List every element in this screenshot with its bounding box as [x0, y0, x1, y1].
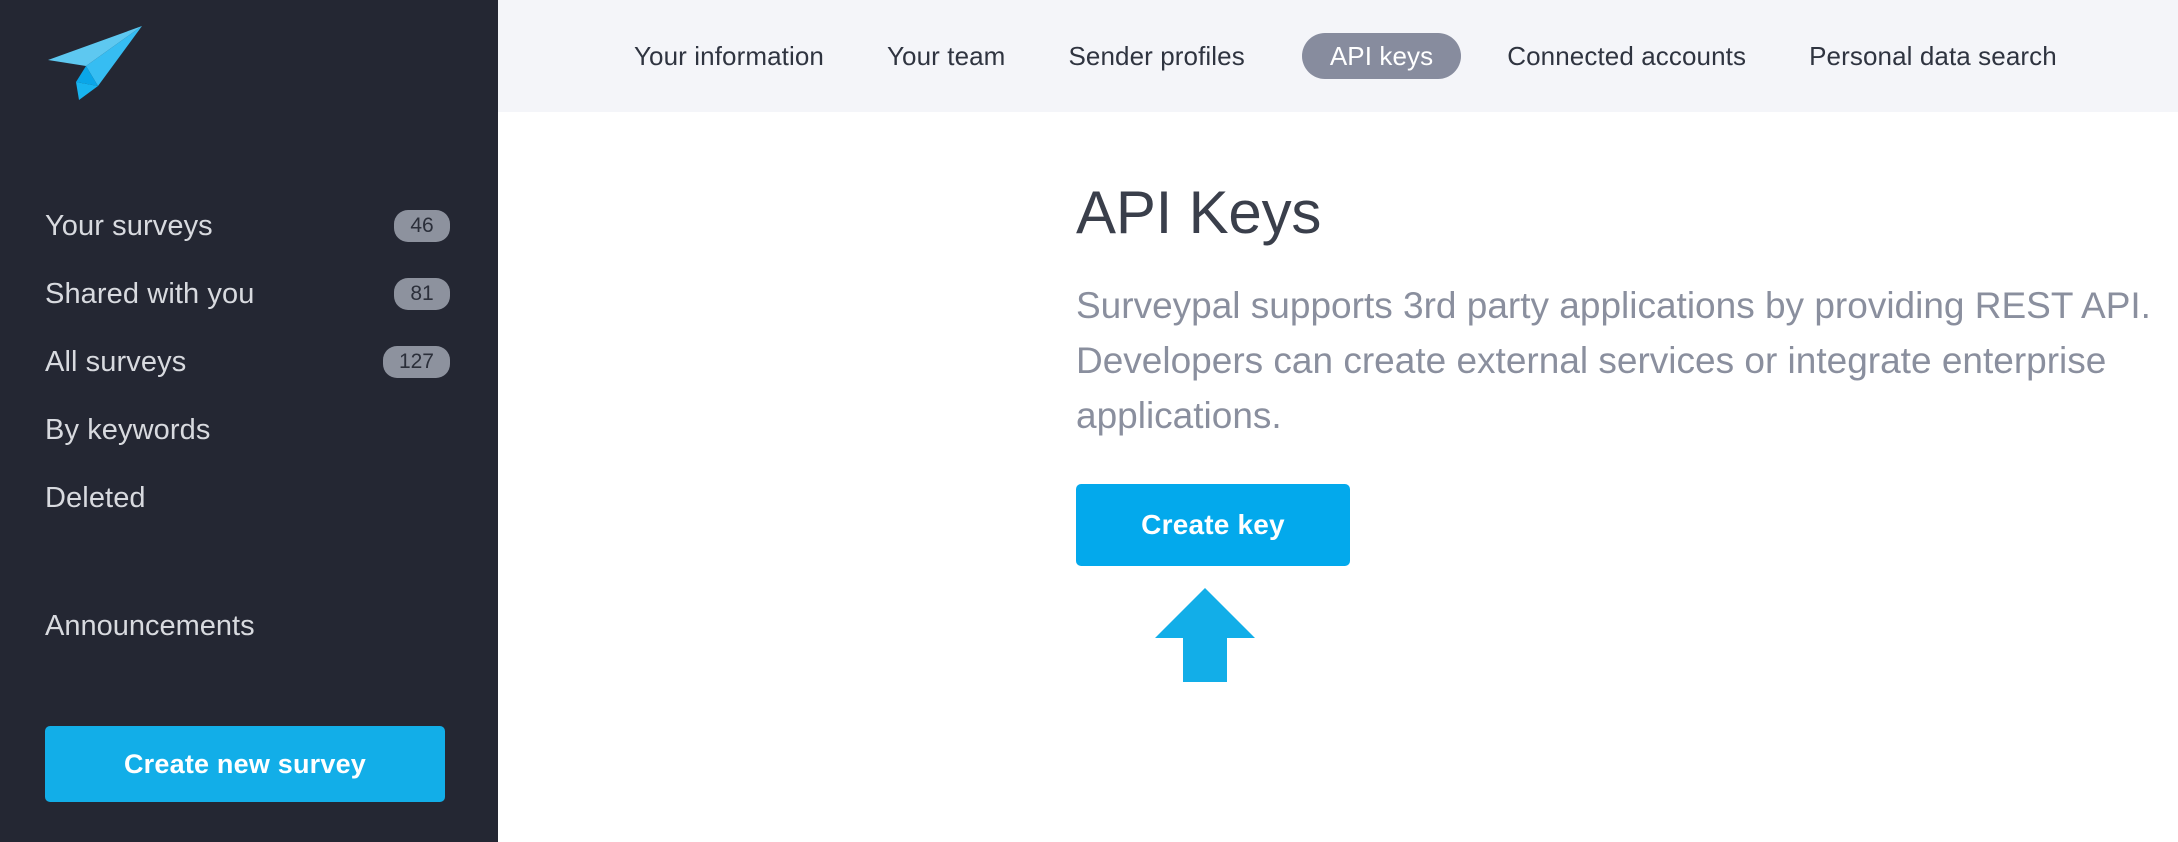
sidebar-item-your-surveys[interactable]: Your surveys 46 — [0, 192, 498, 260]
main-content: Your information Your team Sender profil… — [498, 0, 2178, 842]
tab-your-team[interactable]: Your team — [887, 33, 1005, 79]
sidebar-item-badge: 81 — [394, 278, 450, 310]
page-description: Surveypal supports 3rd party application… — [1076, 285, 2151, 436]
sidebar-item-deleted[interactable]: Deleted — [0, 464, 498, 532]
sidebar-item-label: Shared with you — [45, 277, 255, 310]
sidebar-nav: Your surveys 46 Shared with you 81 All s… — [0, 192, 498, 532]
sidebar-item-announcements[interactable]: Announcements — [45, 612, 255, 641]
app-root: Your surveys 46 Shared with you 81 All s… — [0, 0, 2178, 842]
paper-plane-logo[interactable] — [46, 24, 156, 104]
sidebar-item-label: Your surveys — [45, 209, 213, 242]
api-keys-panel: API Keys Surveypal supports 3rd party ap… — [1076, 112, 2178, 682]
sidebar-item-all-surveys[interactable]: All surveys 127 — [0, 328, 498, 396]
top-navigation-tabs: Your information Your team Sender profil… — [498, 0, 2178, 112]
sidebar-item-label: All surveys — [45, 345, 187, 378]
sidebar-item-badge: 46 — [394, 210, 450, 242]
tab-sender-profiles[interactable]: Sender profiles — [1068, 33, 1244, 79]
create-new-survey-button[interactable]: Create new survey — [45, 726, 445, 802]
tab-personal-data-search[interactable]: Personal data search — [1809, 33, 2057, 79]
create-key-button[interactable]: Create key — [1076, 484, 1350, 567]
sidebar: Your surveys 46 Shared with you 81 All s… — [0, 0, 498, 842]
page-title: API Keys — [1076, 179, 1322, 246]
tab-your-information[interactable]: Your information — [634, 33, 824, 79]
tab-api-keys[interactable]: API keys — [1301, 33, 1462, 79]
sidebar-item-shared-with-you[interactable]: Shared with you 81 — [0, 260, 498, 328]
sidebar-item-label: Deleted — [45, 481, 146, 514]
sidebar-item-label: By keywords — [45, 413, 211, 446]
up-arrow-annotation-icon — [1153, 586, 1257, 684]
tab-connected-accounts[interactable]: Connected accounts — [1507, 33, 1746, 79]
sidebar-item-badge: 127 — [382, 346, 450, 378]
sidebar-item-by-keywords[interactable]: By keywords — [0, 396, 498, 464]
